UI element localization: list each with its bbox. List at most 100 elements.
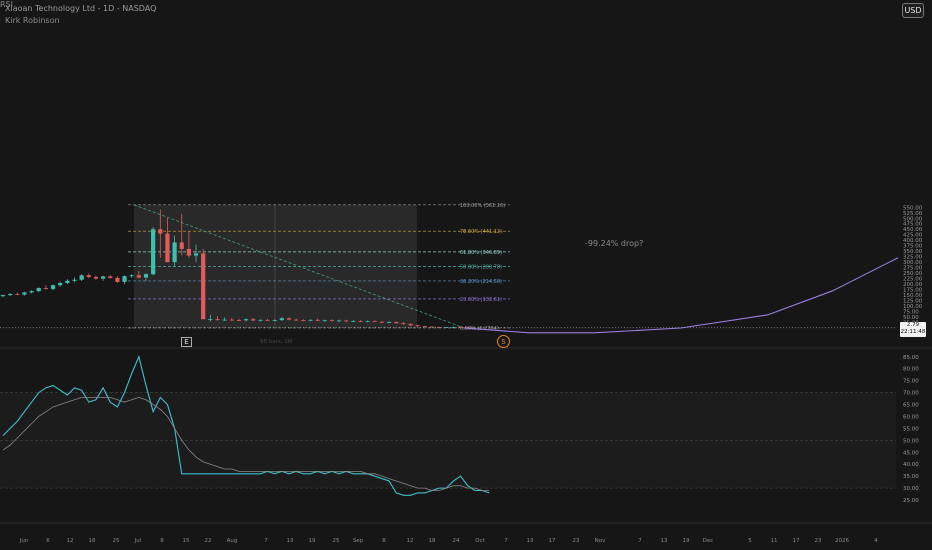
time-tick-label: 2026: [835, 538, 849, 544]
fib-level-label: 100.00% (561.16): [460, 203, 505, 209]
time-tick-label: 7: [504, 538, 508, 544]
time-tick-label: 18: [89, 538, 96, 544]
rsi-tick-label: 35.00: [903, 474, 919, 480]
time-tick-label: 12: [407, 538, 414, 544]
price-axis[interactable]: 550.00525.00500.00475.00450.00425.00400.…: [903, 205, 923, 337]
rsi-tick-label: 65.00: [903, 403, 919, 409]
fib-level-label: 23.60% (132.61): [460, 297, 502, 303]
candle-body: [179, 242, 184, 249]
candle-body: [86, 275, 91, 278]
candle-body: [165, 233, 170, 263]
time-tick-label: Dec: [703, 538, 714, 544]
fib-level-label: 38.20% (214.50): [460, 279, 502, 285]
candle-body: [401, 323, 406, 325]
candle-body: [229, 319, 234, 321]
candle-body: [122, 276, 127, 282]
currency-button[interactable]: USD: [902, 3, 924, 18]
candle-body: [315, 319, 320, 321]
candle-body: [129, 275, 134, 277]
time-tick-label: 13: [527, 538, 534, 544]
candle-body: [344, 320, 349, 322]
candle-body: [201, 253, 206, 320]
candle-body: [72, 279, 77, 281]
candle-body: [358, 320, 363, 322]
projection-path: [463, 257, 899, 334]
time-tick-label: 13: [661, 538, 668, 544]
candle-body: [186, 248, 191, 256]
candle-body: [394, 322, 399, 324]
time-tick-label: 4: [874, 538, 878, 544]
candle-body: [50, 285, 56, 289]
time-tick-label: Jun: [19, 538, 29, 544]
rsi-tick-label: 60.00: [903, 414, 919, 420]
drop-annotation: -99.24% drop?: [585, 239, 644, 248]
time-tick-label: 8: [160, 538, 164, 544]
candle-body: [272, 320, 277, 321]
candle-body: [279, 318, 284, 321]
candle-body: [101, 276, 106, 279]
rsi-tick-label: 55.00: [903, 426, 919, 432]
candle-body: [43, 288, 48, 289]
time-tick-label: 23: [573, 538, 580, 544]
candle-body: [258, 319, 263, 321]
fib-level-label: 61.80% (346.89): [460, 250, 502, 256]
chart-author: Kirk Robinson: [5, 16, 60, 25]
time-tick-label: 19: [309, 538, 316, 544]
candle-body: [0, 295, 6, 297]
time-tick-label: 17: [793, 538, 800, 544]
rsi-tick-label: 50.00: [903, 438, 919, 444]
time-axis[interactable]: Jun 6 12 18 25 Jul 8 15 22 Aug 7 13 19 25 Sep 8 12 18 24 Oc…: [0, 522, 932, 544]
time-tick-label: Jul: [134, 538, 142, 544]
candle-body: [93, 277, 99, 279]
candle-body: [308, 319, 313, 321]
candle-body: [36, 288, 41, 292]
rsi-tick-label: 80.00: [903, 367, 919, 373]
rsi-tick-label: 75.00: [903, 379, 919, 385]
fib-level-label: 50.00% (280.70): [460, 264, 502, 270]
time-tick-label: 5: [748, 538, 752, 544]
candle-body: [244, 319, 249, 321]
split-marker[interactable]: S: [497, 335, 510, 348]
rsi-axis[interactable]: 85.00 80.00 75.00 70.00 65.00 60.00 55.00 50.00…: [903, 355, 919, 504]
time-tick-label: 13: [287, 538, 294, 544]
time-tick-label: 7: [638, 538, 642, 544]
time-tick-label: 8: [382, 538, 386, 544]
time-tick-label: 11: [771, 538, 778, 544]
fib-level-label: 78.60% (441.12): [460, 229, 502, 235]
time-tick-label: 25: [333, 538, 340, 544]
candle-body: [322, 320, 327, 322]
rsi-tick-label: 70.00: [903, 391, 919, 397]
time-tick-label: 25: [113, 538, 120, 544]
bar-countdown: 22:11:48: [900, 329, 926, 335]
candle-body: [208, 319, 213, 321]
candle-body: [372, 321, 377, 322]
time-tick-label: 17: [549, 538, 556, 544]
date-range-label: -98 bars, 1M: [258, 339, 293, 345]
time-tick-label: Oct: [475, 538, 485, 544]
time-tick-label: 18: [429, 538, 436, 544]
candle-body: [108, 276, 113, 278]
candle-body: [294, 319, 299, 321]
candle-body: [301, 320, 306, 321]
time-tick-label: 12: [67, 538, 74, 544]
candle-body: [22, 292, 27, 295]
candle-body: [79, 275, 84, 280]
symbol-title[interactable]: Xiaoan Technology Ltd - 1D - NASDAQ: [5, 4, 156, 13]
time-tick-label: 15: [183, 538, 190, 544]
rsi-tick-label: 45.00: [903, 450, 919, 456]
candle-body: [151, 229, 156, 275]
rsi-tick-label: 40.00: [903, 462, 919, 468]
candle-body: [437, 327, 442, 328]
rsi-tick-label: 25.00: [903, 498, 919, 504]
time-tick-label: 23: [815, 538, 822, 544]
candle-body: [365, 321, 370, 322]
time-tick-label: Nov: [595, 538, 606, 544]
candle-body: [158, 229, 163, 234]
candle-body: [286, 318, 292, 320]
candle-body: [236, 320, 242, 321]
candle-body: [265, 319, 270, 321]
earnings-marker[interactable]: E: [181, 337, 192, 347]
candle-body: [15, 293, 20, 295]
candle-body: [58, 283, 63, 286]
candle-body: [351, 320, 356, 322]
